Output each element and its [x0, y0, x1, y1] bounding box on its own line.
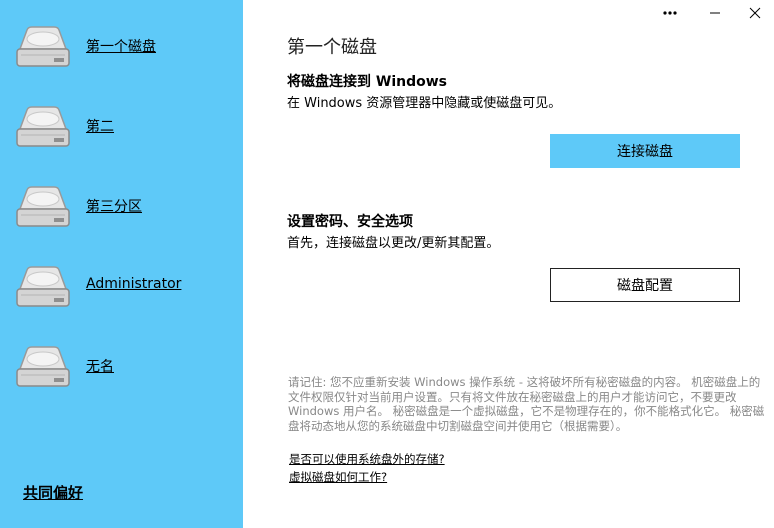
external-storage-link[interactable]: 是否可以使用系统盘外的存储?: [289, 451, 445, 467]
hard-drive-icon: [16, 26, 70, 67]
hard-drive-icon: [16, 186, 70, 227]
close-button[interactable]: [740, 2, 770, 24]
virtual-disk-how-link[interactable]: 虚拟磁盘如何工作?: [289, 469, 387, 485]
disk-config-button[interactable]: 磁盘配置: [550, 268, 740, 302]
connect-section-description: 在 Windows 资源管理器中隐藏或使磁盘可见。: [287, 96, 562, 111]
sidebar-item-label: 第三分区: [86, 199, 142, 215]
connect-section-heading: 将磁盘连接到 Windows: [287, 74, 447, 90]
hard-drive-icon: [16, 106, 70, 147]
sidebar-item-label: 第一个磁盘: [86, 39, 156, 55]
minimize-icon: [710, 12, 720, 14]
sidebar-item-disk-3[interactable]: 第三分区: [0, 185, 243, 249]
more-dots-icon: [663, 11, 677, 15]
close-icon: [749, 7, 761, 19]
sidebar-item-disk-1[interactable]: 第一个磁盘: [0, 25, 243, 89]
preferences-link[interactable]: 共同偏好: [23, 482, 83, 503]
sidebar-item-disk-2[interactable]: 第二: [0, 105, 243, 169]
hard-drive-icon: [16, 346, 70, 387]
more-options-button[interactable]: [655, 2, 685, 24]
sidebar-item-label: 第二: [86, 119, 114, 135]
page-title: 第一个磁盘: [287, 37, 377, 58]
hard-drive-icon: [16, 266, 70, 307]
config-section-description: 首先，连接磁盘以更改/更新其配置。: [287, 236, 500, 251]
sidebar-item-label: Administrator: [86, 276, 182, 292]
config-section-heading: 设置密码、安全选项: [287, 214, 413, 230]
connect-disk-button[interactable]: 连接磁盘: [550, 134, 740, 168]
sidebar-item-disk-5[interactable]: 无名: [0, 345, 243, 409]
minimize-button[interactable]: [700, 2, 730, 24]
sidebar-item-disk-4[interactable]: Administrator: [0, 265, 243, 329]
notice-text: 请记住: 您不应重新安装 Windows 操作系统 - 这将破坏所有秘密磁盘的内…: [288, 375, 765, 433]
sidebar: 第一个磁盘 第二 第三分区 Administrator 无名 共同偏好: [0, 0, 243, 528]
sidebar-item-label: 无名: [86, 359, 114, 375]
